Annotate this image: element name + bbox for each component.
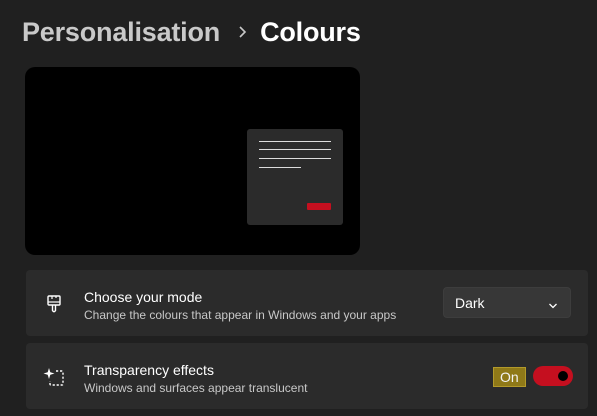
theme-preview	[25, 67, 360, 255]
choose-mode-description: Change the colours that appear in Window…	[84, 308, 397, 322]
transparency-effects-title: Transparency effects	[84, 362, 214, 378]
toggle-state-label: On	[493, 367, 526, 387]
choose-mode-title: Choose your mode	[84, 289, 203, 305]
preview-text-line	[259, 141, 331, 142]
page-title: Colours	[260, 16, 361, 47]
breadcrumb: Personalisation Colours	[22, 12, 361, 52]
preview-window	[247, 129, 343, 225]
transparency-sparkle-icon	[42, 365, 66, 389]
chevron-down-icon	[548, 298, 558, 309]
preview-text-line	[259, 158, 331, 159]
paintbrush-icon	[42, 292, 66, 316]
transparency-effects-description: Windows and surfaces appear translucent	[84, 381, 308, 395]
transparency-toggle[interactable]	[533, 366, 573, 386]
choose-mode-card: Choose your mode Change the colours that…	[26, 270, 588, 336]
mode-dropdown[interactable]: Dark	[443, 287, 571, 318]
breadcrumb-personalisation-link[interactable]: Personalisation	[22, 17, 220, 48]
colours-settings-page: Personalisation Colours Choose your mode…	[0, 0, 597, 416]
preview-text-line	[259, 149, 331, 150]
preview-accent-button	[307, 203, 331, 210]
mode-dropdown-value: Dark	[455, 295, 485, 311]
preview-text-line	[259, 167, 301, 168]
transparency-effects-card: Transparency effects Windows and surface…	[26, 343, 588, 409]
chevron-right-icon	[238, 25, 247, 39]
toggle-knob	[558, 371, 568, 381]
